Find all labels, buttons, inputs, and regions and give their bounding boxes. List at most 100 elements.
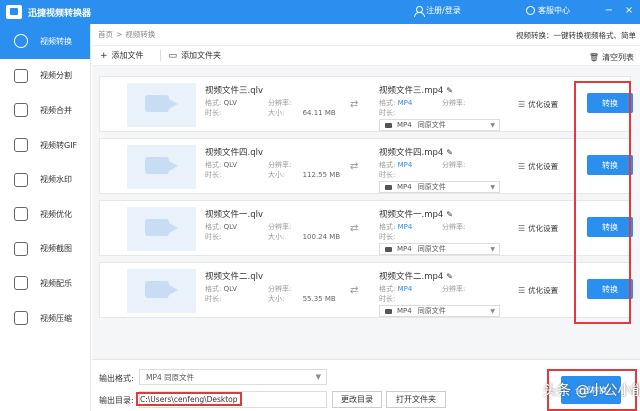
chevron-down-icon: ▼	[490, 184, 495, 191]
sidebar: 视频转换 视频分割 视频合并 视频转GIF 视频水印 视频优化 视频截图 视频配…	[0, 24, 91, 411]
sidebar-item-screenshot[interactable]: 视频截图	[0, 232, 90, 267]
optimize-label: 优化设置	[528, 162, 559, 171]
breadcrumb-separator: >	[116, 30, 123, 39]
video-thumbnail-icon	[127, 207, 196, 251]
video-icon	[385, 246, 392, 252]
format-dropdown[interactable]: MP4 同原文件 ▼	[379, 119, 500, 131]
shuffle-arrow-icon: ⇄	[350, 99, 359, 110]
edit-pencil-icon[interactable]: ✎	[446, 210, 453, 219]
source-format: QLV	[223, 223, 238, 231]
chevron-down-icon: ▼	[490, 122, 495, 129]
convert-icon	[14, 34, 28, 49]
open-folder-button[interactable]: 打开文件夹	[386, 391, 446, 408]
sidebar-item-merge[interactable]: 视频合并	[0, 93, 90, 128]
format-label: 格式:	[379, 223, 396, 231]
resolution-label: 分辨率:	[268, 223, 292, 231]
sidebar-item-label: 视频优化	[40, 209, 72, 219]
resolution-label: 分辨率:	[442, 99, 466, 107]
sidebar-item-optimize[interactable]: 视频优化	[0, 197, 90, 232]
duration-label: 时长:	[379, 109, 396, 117]
video-thumbnail-icon	[127, 145, 196, 189]
optimize-label: 优化设置	[528, 286, 559, 295]
app-title: 迅捷视频转换器	[28, 8, 92, 19]
clear-list-button[interactable]: 🗑 清空列表	[589, 52, 634, 63]
main-panel: 首页 > 视频转换 视频转换：一键转换视频格式、简单 + 添加文件 ▭ 添加文件夹 …	[92, 24, 640, 411]
optimize-icon	[14, 207, 28, 222]
sidebar-item-label: 视频水印	[40, 175, 72, 185]
duration-label: 时长:	[379, 295, 396, 303]
app-logo-icon	[6, 5, 22, 19]
resolution-label: 分辨率:	[442, 161, 466, 169]
add-file-label: 添加文件	[111, 51, 144, 60]
resolution-label: 分辨率:	[268, 161, 292, 169]
source-size: 64.11 MB	[302, 109, 336, 117]
duration-label: 时长:	[205, 109, 222, 117]
change-dir-button[interactable]: 更改目录	[332, 391, 382, 408]
add-folder-label: 添加文件夹	[181, 51, 222, 60]
target-filename: 视频文件四.mp4	[379, 148, 444, 158]
sidebar-item-gif[interactable]: 视频转GIF	[0, 128, 90, 163]
sidebar-item-label: 视频压缩	[40, 313, 72, 323]
output-dir-label: 输出目录:	[99, 396, 134, 405]
format-dropdown[interactable]: MP4 同原文件 ▼	[379, 181, 500, 193]
source-size: 100.24 MB	[302, 233, 341, 241]
format-label: 格式:	[205, 285, 222, 293]
optimize-label: 优化设置	[528, 224, 559, 233]
highlight-box	[574, 81, 631, 324]
source-format: QLV	[223, 99, 238, 107]
sidebar-item-split[interactable]: 视频分割	[0, 59, 90, 94]
resolution-label: 分辨率:	[268, 99, 292, 107]
title-bar: 迅捷视频转换器 注册/登录 客服中心 − ×	[0, 0, 640, 24]
add-file-button[interactable]: + 添加文件	[100, 50, 152, 61]
size-label: 大小:	[268, 233, 285, 241]
sidebar-item-label: 视频分割	[40, 71, 72, 81]
optimize-label: 优化设置	[528, 100, 559, 109]
sidebar-item-watermark[interactable]: 视频水印	[0, 162, 90, 197]
target-format: MP4	[397, 223, 413, 231]
format-dropdown[interactable]: MP4 同原文件 ▼	[379, 305, 500, 317]
format-label: 格式:	[205, 99, 222, 107]
source-size: 112.55 MB	[302, 171, 341, 179]
optimize-settings-button[interactable]: ☰ 优化设置	[518, 285, 558, 296]
login-link[interactable]: 注册/登录	[414, 5, 461, 17]
source-filename: 视频文件三.qlv	[205, 86, 263, 96]
sidebar-item-convert[interactable]: 视频转换	[0, 24, 90, 59]
format-dropdown[interactable]: MP4 同原文件 ▼	[379, 243, 500, 255]
resolution-label: 分辨率:	[442, 223, 466, 231]
duration-label: 时长:	[205, 233, 222, 241]
edit-pencil-icon[interactable]: ✎	[446, 272, 453, 281]
duration-label: 时长:	[205, 171, 222, 179]
source-format: QLV	[223, 285, 238, 293]
sidebar-item-music[interactable]: 视频配乐	[0, 266, 90, 301]
minimize-button[interactable]: −	[602, 4, 616, 18]
edit-pencil-icon[interactable]: ✎	[446, 148, 453, 157]
sidebar-item-label: 视频合并	[40, 105, 72, 115]
trash-icon: 🗑	[588, 53, 599, 62]
screenshot-icon	[14, 241, 28, 256]
target-format: MP4	[397, 161, 413, 169]
sliders-icon: ☰	[518, 286, 526, 295]
sidebar-item-label: 视频配乐	[40, 278, 72, 288]
edit-pencil-icon[interactable]: ✎	[446, 86, 453, 95]
breadcrumb-home[interactable]: 首页	[98, 29, 113, 40]
file-row: 视频文件四.qlv 格式: QLV 分辨率: 时长: 大小: 112.55 MB…	[99, 138, 633, 194]
sidebar-item-compress[interactable]: 视频压缩	[0, 301, 90, 336]
optimize-settings-button[interactable]: ☰ 优化设置	[518, 223, 558, 234]
feature-description: 视频转换：一键转换视频格式、简单	[516, 31, 636, 40]
service-center-link[interactable]: 客服中心	[526, 5, 570, 16]
close-button[interactable]: ×	[622, 4, 636, 18]
quality-value: 同原文件	[417, 121, 446, 129]
optimize-settings-button[interactable]: ☰ 优化设置	[518, 99, 558, 110]
format-value: MP4	[397, 183, 412, 191]
quality-value: 同原文件	[417, 183, 446, 191]
compress-icon	[14, 311, 28, 326]
login-label: 注册/登录	[426, 6, 461, 15]
user-icon	[414, 5, 425, 17]
sidebar-item-label: 视频转GIF	[40, 140, 78, 150]
breadcrumb: 首页 > 视频转换 视频转换：一键转换视频格式、简单	[92, 24, 640, 46]
gif-icon	[14, 138, 28, 153]
output-format-dropdown[interactable]: MP4 同原文件 ▼	[139, 369, 327, 385]
optimize-settings-button[interactable]: ☰ 优化设置	[518, 161, 558, 172]
format-value: MP4	[397, 245, 412, 253]
add-folder-button[interactable]: ▭ 添加文件夹	[159, 50, 230, 61]
